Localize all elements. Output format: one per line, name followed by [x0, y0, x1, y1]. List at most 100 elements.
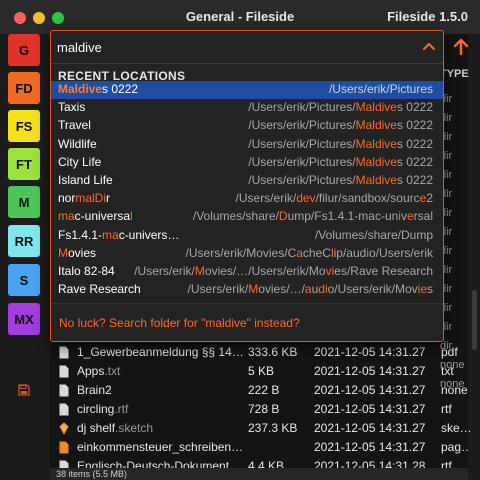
sidebar: G FD FS FT M RR S MX	[0, 34, 44, 480]
location-search-palette: RECENT LOCATIONS Maldives 0222/Users/eri…	[50, 30, 444, 342]
divider	[51, 303, 443, 304]
recent-location-item[interactable]: Rave Research/Users/erik/Movies/…/audio/…	[51, 281, 443, 299]
location-name: Rave Research	[58, 282, 141, 297]
file-size: 237.3 KB	[248, 421, 298, 435]
favorite-mx[interactable]: MX	[8, 303, 40, 335]
location-path: /Users/erik/Pictures	[328, 82, 433, 96]
search-folder-link[interactable]: No luck? Search folder for "maldive" ins…	[59, 316, 300, 330]
recent-location-item[interactable]: Wildlife/Users/erik/Pictures/Maldives 02…	[51, 136, 443, 154]
favorite-label: S	[19, 272, 29, 288]
location-name: City Life	[58, 154, 102, 169]
recent-location-item[interactable]: Maldives 0222/Users/erik/Pictures	[51, 81, 443, 99]
file-date: 2021-12-05 14:31.27	[314, 421, 426, 435]
location-name: Island Life	[58, 173, 113, 187]
app-version: Fileside 1.5.0	[387, 9, 468, 24]
recent-location-item[interactable]: normalDir/Users/erik/dev/filur/sandbox/s…	[51, 190, 443, 208]
scrollbar-thumb[interactable]	[472, 290, 477, 350]
recent-location-item[interactable]: Movies/Users/erik/Movies/CacheClip/audio…	[51, 245, 443, 263]
document-icon	[59, 365, 69, 378]
location-path: /Users/erik/Movies/…/audio/Users/erik/Mo…	[187, 282, 433, 297]
favorite-label: M	[18, 194, 30, 210]
location-name: Travel	[58, 118, 91, 133]
document-icon	[59, 346, 69, 359]
favorite-label: FS	[15, 118, 33, 134]
table-row[interactable]: Apps.txt 5 KB 2021-12-05 14:31.27 txt	[50, 363, 468, 381]
location-path: /Users/erik/Pictures/Maldives 0222	[248, 154, 433, 169]
table-row[interactable]: Brain2 222 B 2021-12-05 14:31.27 none	[50, 382, 468, 400]
file-name: einkommensteuer_schreiben…	[77, 440, 244, 454]
favorite-label: RR	[14, 233, 34, 249]
file-size: 5 KB	[248, 364, 275, 378]
file-date: 2021-12-05 14:31.27	[314, 383, 426, 397]
favorite-rr[interactable]: RR	[8, 225, 40, 257]
table-row[interactable]: 1_Gewerbeanmeldung §§ 14… 333.6 KB 2021-…	[50, 344, 468, 362]
favorite-label: FT	[16, 156, 32, 172]
search-input[interactable]	[57, 35, 357, 59]
favorite-label: MX	[14, 311, 34, 327]
file-name: circling.rtf	[77, 402, 129, 416]
location-name: Movies	[58, 245, 97, 260]
location-path: /Volumes/share/Dump/Fs1.4.1-mac-universa…	[192, 209, 433, 224]
recent-location-item[interactable]: Fs1.4.1-mac-univers… /Volumes/share/Dump	[51, 227, 443, 245]
favorite-g[interactable]: G	[8, 34, 40, 66]
recent-location-item[interactable]: Travel/Users/erik/Pictures/Maldives 0222	[51, 117, 443, 135]
scrollbar-track[interactable]	[470, 34, 480, 480]
file-date: 2021-12-05 14:31.27	[314, 345, 426, 359]
save-layout-icon[interactable]	[18, 384, 30, 396]
location-path: /Users/erik/Pictures/Maldives 0222	[248, 118, 433, 133]
file-date: 2021-12-05 14:31.27	[314, 402, 426, 416]
file-name: 1_Gewerbeanmeldung §§ 14…	[77, 345, 244, 359]
file-name: Apps.txt	[77, 364, 121, 378]
location-path: /Volumes/share/Dump	[314, 227, 433, 242]
favorite-fs[interactable]: FS	[8, 110, 40, 142]
file-type: pag…	[441, 440, 474, 454]
divider	[51, 63, 443, 64]
recent-location-item[interactable]: City Life/Users/erik/Pictures/Maldives 0…	[51, 154, 443, 172]
table-row[interactable]: dj shelf.sketch 237.3 KB 2021-12-05 14:3…	[50, 420, 472, 438]
location-name: normalDir	[58, 191, 111, 206]
table-row[interactable]: circling.rtf 728 B 2021-12-05 14:31.27 r…	[50, 401, 468, 419]
pages-file-icon	[59, 441, 69, 454]
favorite-s[interactable]: S	[8, 264, 40, 296]
recent-location-item[interactable]: Taxis/Users/erik/Pictures/Maldives 0222	[51, 99, 443, 117]
table-row[interactable]: einkommensteuer_schreiben… 2021-12-05 14…	[50, 439, 473, 457]
location-name: Fs1.4.1-mac-univers…	[58, 227, 180, 242]
column-header-type[interactable]: TYPE	[440, 68, 469, 80]
file-type: none	[441, 383, 468, 397]
file-type: txt	[441, 364, 454, 378]
favorite-label: FD	[15, 80, 33, 96]
recent-location-item[interactable]: mac-universal/Volumes/share/Dump/Fs1.4.1…	[51, 208, 443, 226]
sketch-file-icon	[59, 422, 69, 435]
location-name: Wildlife	[58, 136, 97, 151]
status-bar: 38 items (5.5 MB)	[50, 468, 468, 480]
location-name: Taxis	[58, 100, 86, 115]
location-path: /Users/erik/Movies/CacheClip/audio/Users…	[185, 245, 433, 260]
file-type: rtf	[441, 402, 452, 416]
file-size: 333.6 KB	[248, 345, 298, 359]
location-name: Italo 82-84	[58, 264, 115, 278]
file-date: 2021-12-05 14:31.27	[314, 364, 426, 378]
arrow-up-icon[interactable]	[452, 38, 470, 56]
location-path: /Users/erik/Pictures/Maldives 0222	[248, 100, 433, 115]
title-bar: General - Fileside Fileside 1.5.0	[0, 0, 480, 34]
location-name: mac-universal	[58, 209, 133, 224]
location-path: /Users/erik/Movies/…/Users/erik/Movies/R…	[134, 264, 433, 278]
document-icon	[59, 384, 69, 397]
favorite-fd[interactable]: FD	[8, 72, 40, 104]
chevron-up-icon[interactable]	[423, 42, 435, 50]
file-name: dj shelf.sketch	[77, 421, 154, 435]
file-name: Brain2	[77, 383, 112, 397]
favorite-label: G	[18, 42, 30, 58]
file-type: pdf	[441, 345, 458, 359]
location-path: /Users/erik/Pictures/Maldives 0222	[248, 136, 433, 151]
favorite-ft[interactable]: FT	[8, 148, 40, 180]
favorite-m[interactable]: M	[8, 186, 40, 218]
recent-location-item[interactable]: Italo 82-84/Users/erik/Movies/…/Users/er…	[51, 263, 443, 281]
file-date: 2021-12-05 14:31.27	[314, 440, 426, 454]
file-size: 222 B	[248, 383, 280, 397]
location-path: /Users/erik/dev/filur/sandbox/source2	[235, 191, 433, 206]
location-name: Maldives 0222	[58, 82, 139, 96]
location-path: /Users/erik/Pictures/Maldives 0222	[248, 173, 433, 187]
file-size: 728 B	[248, 402, 280, 416]
recent-location-item[interactable]: Island Life/Users/erik/Pictures/Maldives…	[51, 172, 443, 190]
